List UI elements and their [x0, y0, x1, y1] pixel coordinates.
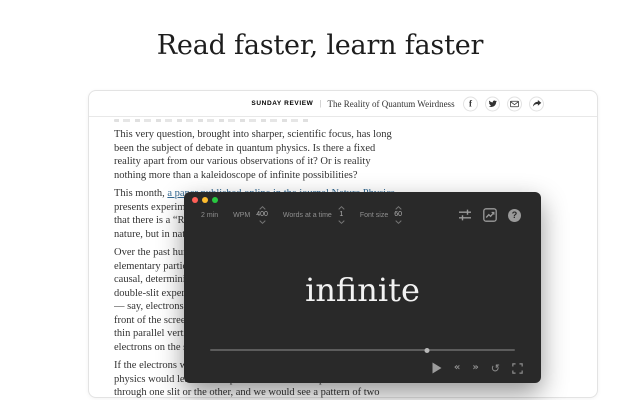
word-prefix: inf: [305, 271, 357, 309]
wpm-increase-button[interactable]: [259, 206, 266, 210]
article-line: through one slit or the other, and we wo…: [114, 386, 534, 400]
wpm-decrease-button[interactable]: [259, 220, 266, 224]
header-divider: |: [319, 99, 321, 108]
facebook-icon: f: [469, 99, 472, 108]
link-line-prefix: This month,: [114, 188, 167, 199]
words-decrease-button[interactable]: [338, 220, 345, 224]
font-increase-button[interactable]: [395, 206, 402, 210]
social-buttons: f: [463, 96, 544, 111]
share-icon: [532, 100, 542, 108]
article-header: SUNDAY REVIEW | The Reality of Quantum W…: [89, 91, 597, 117]
screenshot-canvas: Read faster, learn faster SUNDAY REVIEW …: [0, 0, 640, 400]
forward-icon[interactable]: »: [472, 363, 478, 373]
restart-icon[interactable]: ↺: [491, 363, 500, 374]
twitter-icon: [488, 100, 497, 108]
close-window-button[interactable]: [192, 197, 198, 203]
wpm-value: 400: [256, 211, 268, 219]
words-value: 1: [339, 211, 343, 219]
tune-icon[interactable]: [458, 208, 472, 222]
help-icon[interactable]: ?: [508, 209, 521, 222]
article-line: This very question, brought into sharper…: [114, 128, 534, 142]
article-line: been the subject of debate in quantum ph…: [114, 142, 534, 156]
playback-controls: « » ↺: [432, 362, 523, 374]
zoom-window-button[interactable]: [212, 197, 218, 203]
minimize-window-button[interactable]: [202, 197, 208, 203]
page-title: Read faster, learn faster: [0, 30, 640, 61]
share-button[interactable]: [529, 96, 544, 111]
wpm-control: WPM 400: [233, 206, 268, 224]
help-glyph: ?: [512, 210, 518, 220]
paragraph: This very question, brought into sharper…: [114, 128, 534, 182]
font-size-stepper: 60: [394, 206, 402, 224]
wpm-stepper: 400: [256, 206, 268, 224]
article-header-text: SUNDAY REVIEW | The Reality of Quantum W…: [251, 99, 454, 109]
window-controls: [192, 197, 218, 203]
reader-window: 2 min WPM 400 Words at a time 1: [184, 192, 541, 383]
reader-toolbar: ?: [458, 208, 521, 222]
progress-handle[interactable]: [424, 348, 429, 353]
article-title: The Reality of Quantum Weirdness: [327, 99, 454, 109]
font-size-value: 60: [394, 211, 402, 219]
progress-bar[interactable]: [210, 349, 515, 351]
rewind-icon[interactable]: «: [454, 363, 460, 373]
word-suffix: nite: [357, 271, 420, 309]
article-line: reality apart from our various observati…: [114, 155, 534, 169]
font-decrease-button[interactable]: [395, 220, 402, 224]
fullscreen-icon[interactable]: [512, 363, 523, 374]
section-kicker: SUNDAY REVIEW: [251, 100, 313, 107]
speed-read-word: infinite: [184, 274, 541, 306]
play-icon[interactable]: [432, 362, 442, 374]
time-remaining-label: 2 min: [201, 212, 218, 219]
wpm-label: WPM: [233, 212, 250, 219]
email-icon: [510, 100, 519, 107]
font-size-label: Font size: [360, 212, 388, 219]
words-at-a-time-label: Words at a time: [283, 212, 332, 219]
reader-settings-row: 2 min WPM 400 Words at a time 1: [201, 206, 402, 224]
article-line: nothing more than a kaleidoscope of infi…: [114, 169, 534, 183]
font-size-control: Font size 60: [360, 206, 402, 224]
article-card: SUNDAY REVIEW | The Reality of Quantum W…: [88, 90, 598, 398]
stats-icon[interactable]: [483, 208, 497, 222]
words-increase-button[interactable]: [338, 206, 345, 210]
twitter-button[interactable]: [485, 96, 500, 111]
words-stepper: 1: [338, 206, 345, 224]
clipped-text-remnant: [114, 119, 309, 122]
email-button[interactable]: [507, 96, 522, 111]
words-at-a-time-control: Words at a time 1: [283, 206, 345, 224]
facebook-button[interactable]: f: [463, 96, 478, 111]
